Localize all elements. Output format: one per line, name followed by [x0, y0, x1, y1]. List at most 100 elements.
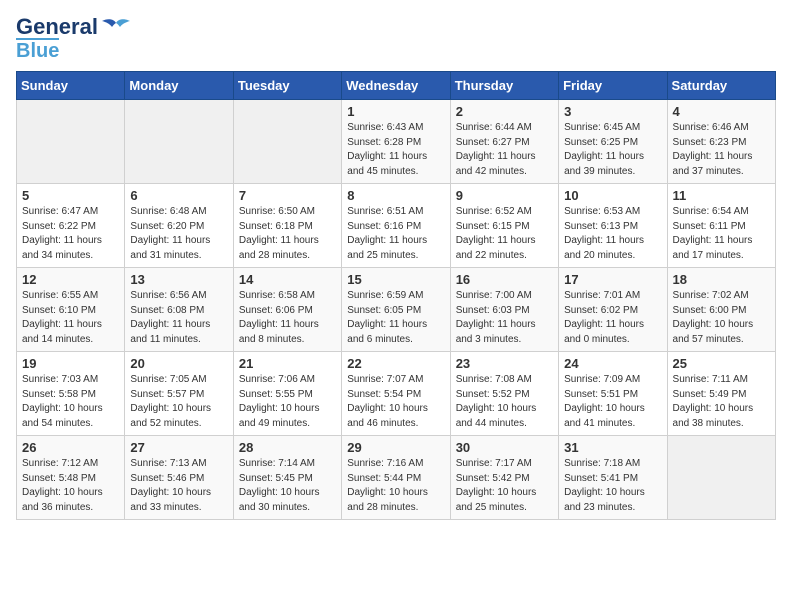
calendar-cell: 1 Sunrise: 6:43 AM Sunset: 6:28 PM Daylig… [342, 100, 450, 184]
day-info: Sunrise: 6:53 AM Sunset: 6:13 PM Dayligh… [564, 205, 661, 263]
day-number: 30 [456, 440, 553, 455]
calendar-cell: 25Sunrise: 7:11 AM Sunset: 5:49 PM Dayli… [667, 352, 775, 436]
day-info: Sunrise: 7:17 AM Sunset: 5:42 PM Dayligh… [456, 457, 553, 515]
calendar-week-5: 26Sunrise: 7:12 AM Sunset: 5:48 PM Dayli… [17, 436, 776, 520]
calendar-cell: 27 Sunrise: 7:13 AM Sunset: 5:46 PM Dayli… [125, 436, 233, 520]
day-info: Sunrise: 7:02 AM Sunset: 6:00 PM Dayligh… [673, 289, 770, 347]
day-info: Sunrise: 6:43 AM Sunset: 6:28 PM Dayligh… [347, 121, 444, 179]
day-number: 9 [456, 188, 553, 203]
weekday-header-tuesday: Tuesday [233, 72, 341, 100]
calendar-table: SundayMondayTuesdayWednesdayThursdayFrid… [16, 71, 776, 520]
logo-blue-text: Blue [16, 38, 59, 61]
day-info: Sunrise: 7:09 AM Sunset: 5:51 PM Dayligh… [564, 373, 661, 431]
day-info: Sunrise: 6:59 AM Sunset: 6:05 PM Dayligh… [347, 289, 444, 347]
day-number: 8 [347, 188, 444, 203]
calendar-cell [17, 100, 125, 184]
calendar-cell: 15 Sunrise: 6:59 AM Sunset: 6:05 PM Dayli… [342, 268, 450, 352]
day-info: Sunrise: 6:51 AM Sunset: 6:16 PM Dayligh… [347, 205, 444, 263]
day-number: 24 [564, 356, 661, 371]
calendar-cell [667, 436, 775, 520]
calendar-cell: 14 Sunrise: 6:58 AM Sunset: 6:06 PM Dayli… [233, 268, 341, 352]
day-number: 17 [564, 272, 661, 287]
calendar-cell: 8 Sunrise: 6:51 AM Sunset: 6:16 PM Daylig… [342, 184, 450, 268]
day-info: Sunrise: 6:46 AM Sunset: 6:23 PM Dayligh… [673, 121, 770, 179]
day-info: Sunrise: 6:52 AM Sunset: 6:15 PM Dayligh… [456, 205, 553, 263]
calendar-week-3: 12Sunrise: 6:55 AM Sunset: 6:10 PM Dayli… [17, 268, 776, 352]
calendar-cell: 17Sunrise: 7:01 AM Sunset: 6:02 PM Dayli… [559, 268, 667, 352]
day-info: Sunrise: 7:16 AM Sunset: 5:44 PM Dayligh… [347, 457, 444, 515]
day-number: 29 [347, 440, 444, 455]
day-info: Sunrise: 6:48 AM Sunset: 6:20 PM Dayligh… [130, 205, 227, 263]
calendar-cell: 4 Sunrise: 6:46 AM Sunset: 6:23 PM Daylig… [667, 100, 775, 184]
day-number: 1 [347, 104, 444, 119]
calendar-cell: 23 Sunrise: 7:08 AM Sunset: 5:52 PM Dayli… [450, 352, 558, 436]
calendar-cell: 20 Sunrise: 7:05 AM Sunset: 5:57 PM Dayli… [125, 352, 233, 436]
calendar-cell: 29 Sunrise: 7:16 AM Sunset: 5:44 PM Dayli… [342, 436, 450, 520]
day-number: 22 [347, 356, 444, 371]
calendar-week-4: 19 Sunrise: 7:03 AM Sunset: 5:58 PM Dayli… [17, 352, 776, 436]
calendar-cell: 30 Sunrise: 7:17 AM Sunset: 5:42 PM Dayli… [450, 436, 558, 520]
day-number: 14 [239, 272, 336, 287]
calendar-cell: 9 Sunrise: 6:52 AM Sunset: 6:15 PM Daylig… [450, 184, 558, 268]
weekday-header-sunday: Sunday [17, 72, 125, 100]
day-number: 15 [347, 272, 444, 287]
day-info: Sunrise: 7:14 AM Sunset: 5:45 PM Dayligh… [239, 457, 336, 515]
calendar-cell: 10 Sunrise: 6:53 AM Sunset: 6:13 PM Dayli… [559, 184, 667, 268]
day-info: Sunrise: 6:44 AM Sunset: 6:27 PM Dayligh… [456, 121, 553, 179]
day-number: 21 [239, 356, 336, 371]
calendar-cell: 16Sunrise: 7:00 AM Sunset: 6:03 PM Dayli… [450, 268, 558, 352]
day-number: 19 [22, 356, 119, 371]
day-info: Sunrise: 7:03 AM Sunset: 5:58 PM Dayligh… [22, 373, 119, 431]
calendar-cell: 21 Sunrise: 7:06 AM Sunset: 5:55 PM Dayli… [233, 352, 341, 436]
calendar-cell: 24 Sunrise: 7:09 AM Sunset: 5:51 PM Dayli… [559, 352, 667, 436]
calendar-cell: 11Sunrise: 6:54 AM Sunset: 6:11 PM Dayli… [667, 184, 775, 268]
page-header: General Blue [16, 16, 776, 61]
calendar-cell: 28Sunrise: 7:14 AM Sunset: 5:45 PM Dayli… [233, 436, 341, 520]
day-number: 23 [456, 356, 553, 371]
weekday-header-thursday: Thursday [450, 72, 558, 100]
calendar-cell: 5Sunrise: 6:47 AM Sunset: 6:22 PM Daylig… [17, 184, 125, 268]
day-number: 4 [673, 104, 770, 119]
day-info: Sunrise: 7:05 AM Sunset: 5:57 PM Dayligh… [130, 373, 227, 431]
day-number: 5 [22, 188, 119, 203]
logo-text: General [16, 16, 98, 38]
day-number: 27 [130, 440, 227, 455]
calendar-cell: 19 Sunrise: 7:03 AM Sunset: 5:58 PM Dayli… [17, 352, 125, 436]
day-number: 31 [564, 440, 661, 455]
day-number: 18 [673, 272, 770, 287]
day-number: 2 [456, 104, 553, 119]
day-number: 12 [22, 272, 119, 287]
calendar-cell: 18 Sunrise: 7:02 AM Sunset: 6:00 PM Dayli… [667, 268, 775, 352]
day-number: 10 [564, 188, 661, 203]
day-number: 7 [239, 188, 336, 203]
day-number: 20 [130, 356, 227, 371]
calendar-cell [233, 100, 341, 184]
weekday-header-friday: Friday [559, 72, 667, 100]
day-info: Sunrise: 7:08 AM Sunset: 5:52 PM Dayligh… [456, 373, 553, 431]
day-info: Sunrise: 6:54 AM Sunset: 6:11 PM Dayligh… [673, 205, 770, 263]
day-info: Sunrise: 7:12 AM Sunset: 5:48 PM Dayligh… [22, 457, 119, 515]
calendar-cell: 13Sunrise: 6:56 AM Sunset: 6:08 PM Dayli… [125, 268, 233, 352]
day-number: 16 [456, 272, 553, 287]
calendar-cell: 7Sunrise: 6:50 AM Sunset: 6:18 PM Daylig… [233, 184, 341, 268]
weekday-header-monday: Monday [125, 72, 233, 100]
calendar-week-2: 5Sunrise: 6:47 AM Sunset: 6:22 PM Daylig… [17, 184, 776, 268]
day-info: Sunrise: 7:13 AM Sunset: 5:46 PM Dayligh… [130, 457, 227, 515]
day-info: Sunrise: 7:18 AM Sunset: 5:41 PM Dayligh… [564, 457, 661, 515]
day-number: 3 [564, 104, 661, 119]
day-info: Sunrise: 7:07 AM Sunset: 5:54 PM Dayligh… [347, 373, 444, 431]
day-number: 13 [130, 272, 227, 287]
weekday-header-wednesday: Wednesday [342, 72, 450, 100]
calendar-cell: 2 Sunrise: 6:44 AM Sunset: 6:27 PM Daylig… [450, 100, 558, 184]
day-info: Sunrise: 6:58 AM Sunset: 6:06 PM Dayligh… [239, 289, 336, 347]
weekday-header-row: SundayMondayTuesdayWednesdayThursdayFrid… [17, 72, 776, 100]
day-info: Sunrise: 6:45 AM Sunset: 6:25 PM Dayligh… [564, 121, 661, 179]
calendar-cell [125, 100, 233, 184]
calendar-cell: 26Sunrise: 7:12 AM Sunset: 5:48 PM Dayli… [17, 436, 125, 520]
day-number: 6 [130, 188, 227, 203]
calendar-cell: 31 Sunrise: 7:18 AM Sunset: 5:41 PM Dayli… [559, 436, 667, 520]
day-info: Sunrise: 7:06 AM Sunset: 5:55 PM Dayligh… [239, 373, 336, 431]
day-info: Sunrise: 7:11 AM Sunset: 5:49 PM Dayligh… [673, 373, 770, 431]
calendar-cell: 12Sunrise: 6:55 AM Sunset: 6:10 PM Dayli… [17, 268, 125, 352]
calendar-week-1: 1 Sunrise: 6:43 AM Sunset: 6:28 PM Daylig… [17, 100, 776, 184]
